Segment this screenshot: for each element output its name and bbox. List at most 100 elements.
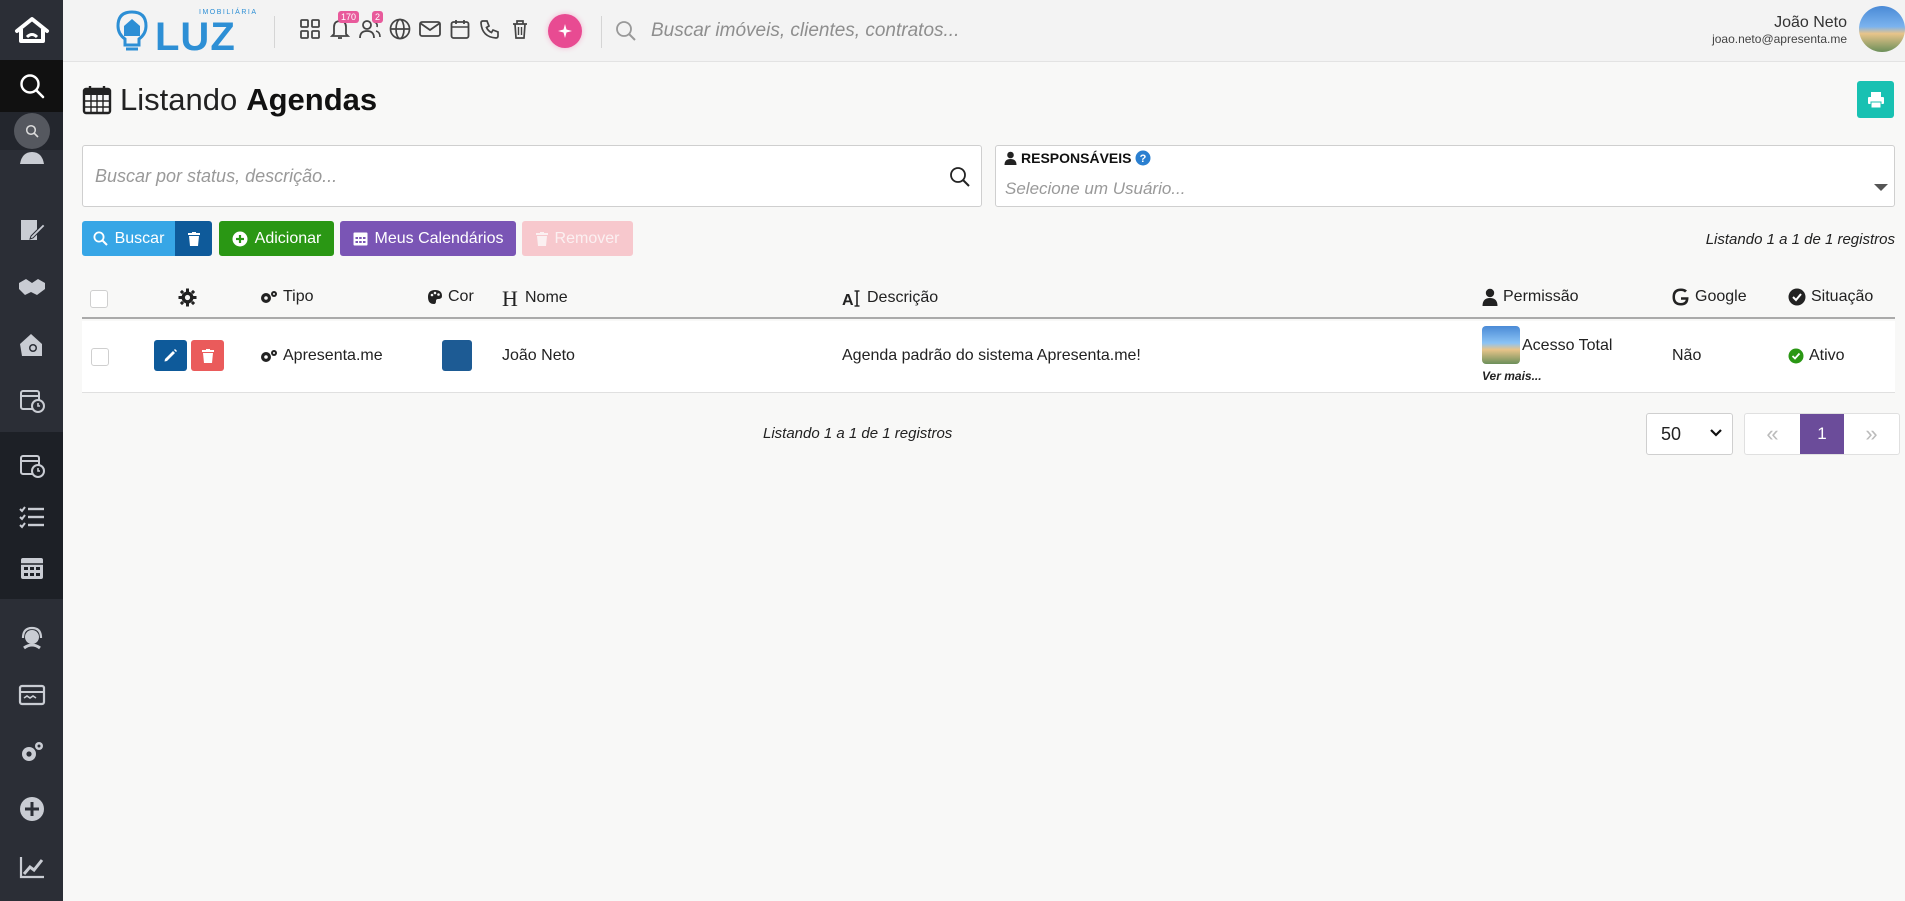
gears-icon xyxy=(261,291,277,303)
page-previous-button[interactable]: « xyxy=(1745,414,1800,454)
column-label: Descrição xyxy=(867,289,939,306)
page-title-main: Agendas xyxy=(246,82,378,117)
pagination: « 1 » xyxy=(1744,413,1900,455)
calendar-icon xyxy=(20,558,43,579)
mail-icon[interactable] xyxy=(418,17,442,41)
column-label: Situação xyxy=(1811,288,1874,305)
column-header-nome[interactable]: H Nome xyxy=(502,288,568,308)
edit-button[interactable] xyxy=(154,340,187,371)
check-circle-icon xyxy=(1788,348,1804,364)
listing-count-bottom: Listando 1 a 1 de 1 registros xyxy=(763,425,953,442)
meus-calendarios-button[interactable]: Meus Calendários xyxy=(340,221,516,256)
sidebar-item-reports[interactable] xyxy=(0,842,63,892)
print-button[interactable] xyxy=(1857,81,1894,118)
user-info[interactable]: João Neto joao.neto@apresenta.me xyxy=(1712,14,1847,46)
home-logo-icon[interactable] xyxy=(0,0,63,60)
brand-logo[interactable]: IMOBILIÁRIA LUZ xyxy=(111,7,256,59)
user-tie-icon xyxy=(1004,151,1017,165)
sidebar-search-icon[interactable] xyxy=(0,60,63,112)
responsaveis-placeholder: Selecione um Usuário... xyxy=(1005,179,1186,198)
sidebar-filter-search[interactable] xyxy=(0,112,63,150)
calendar-icon xyxy=(353,232,368,246)
calendar-icon[interactable] xyxy=(448,17,472,41)
sidebar-item-agendas[interactable] xyxy=(0,543,63,593)
heading-icon: H xyxy=(502,288,518,308)
select-all-checkbox[interactable] xyxy=(90,290,108,308)
sidebar-item-contracts[interactable] xyxy=(0,205,63,255)
column-header-tipo[interactable]: Tipo xyxy=(260,288,314,306)
column-header-descricao[interactable]: A Descrição xyxy=(842,288,938,308)
cell-permissao: Acesso Total xyxy=(1522,337,1613,354)
column-header-situacao[interactable]: Situação xyxy=(1788,288,1873,306)
column-header-google[interactable]: Google xyxy=(1672,288,1747,306)
sidebar-item-properties[interactable] xyxy=(0,150,63,186)
sidebar-item-support[interactable] xyxy=(0,613,63,663)
user-avatar[interactable] xyxy=(1859,6,1905,52)
sidebar-item-schedule[interactable] xyxy=(0,440,63,490)
magic-assistant-button[interactable] xyxy=(548,14,582,48)
house-icon xyxy=(19,152,44,164)
row-checkbox[interactable] xyxy=(91,348,109,366)
table-row[interactable]: Apresenta.me João Neto Agenda padrão do … xyxy=(82,321,1895,393)
trash-icon xyxy=(201,348,214,363)
gears-icon xyxy=(21,742,43,761)
header-divider xyxy=(274,16,275,48)
delete-button[interactable] xyxy=(191,340,224,371)
trash-icon[interactable] xyxy=(508,17,532,41)
chevron-down-icon xyxy=(1710,429,1722,437)
responsaveis-label: RESPONSÁVEIS ? xyxy=(1004,150,1151,166)
phone-icon[interactable] xyxy=(478,17,502,41)
cell-tipo: Apresenta.me xyxy=(260,347,383,365)
sidebar-item-settings[interactable] xyxy=(0,727,63,777)
users-icon[interactable]: 2 xyxy=(358,11,384,41)
adicionar-button[interactable]: Adicionar xyxy=(219,221,334,256)
sidebar-item-tasks[interactable] xyxy=(0,492,63,542)
adicionar-label: Adicionar xyxy=(254,229,322,247)
user-email: joao.neto@apresenta.me xyxy=(1712,32,1847,46)
per-page-select[interactable]: 50 xyxy=(1646,413,1733,455)
column-header-permissao[interactable]: Permissão xyxy=(1482,288,1579,306)
responsaveis-select[interactable]: RESPONSÁVEIS ? Selecione um Usuário... xyxy=(995,145,1895,207)
clear-filters-button[interactable] xyxy=(175,221,212,256)
sparkle-icon xyxy=(558,24,572,38)
help-icon[interactable]: ? xyxy=(1135,150,1151,166)
status-text: Ativo xyxy=(1809,347,1845,364)
table-header: Tipo Cor H Nome A Descrição Permissão Go… xyxy=(82,280,1895,319)
sidebar-item-visits[interactable] xyxy=(0,320,63,370)
remover-button[interactable]: Remover xyxy=(522,221,633,256)
printer-icon xyxy=(1867,91,1884,108)
page-current-button[interactable]: 1 xyxy=(1800,414,1844,454)
column-header-cor[interactable]: Cor xyxy=(427,288,474,306)
house-search-icon xyxy=(19,334,42,356)
buscar-label: Buscar xyxy=(114,229,165,247)
sidebar-item-negotiations[interactable] xyxy=(0,262,63,312)
checklist-icon xyxy=(18,506,44,529)
top-header: IMOBILIÁRIA LUZ 170 2 Buscar imóveis, cl… xyxy=(63,0,1905,62)
user-name: João Neto xyxy=(1774,14,1847,31)
cell-nome: João Neto xyxy=(502,347,575,364)
sidebar-item-add[interactable] xyxy=(0,784,63,834)
search-icon[interactable] xyxy=(949,166,971,188)
svg-text:?: ? xyxy=(1140,153,1147,165)
global-search[interactable]: Buscar imóveis, clientes, contratos... xyxy=(615,14,1315,48)
page-next-button[interactable]: » xyxy=(1844,414,1899,454)
gears-icon xyxy=(261,350,277,362)
sidebar-item-calendar-clock[interactable] xyxy=(0,375,63,425)
apps-grid-icon[interactable] xyxy=(298,17,322,41)
status-search-input[interactable]: Buscar por status, descrição... xyxy=(82,145,982,207)
brand-name: LUZ xyxy=(155,15,236,59)
notifications-bell-icon[interactable]: 170 xyxy=(328,11,360,41)
buscar-button[interactable]: Buscar xyxy=(82,221,175,256)
sidebar xyxy=(0,0,63,901)
column-label: Cor xyxy=(448,288,474,305)
notifications-count-badge: 170 xyxy=(338,11,360,23)
ver-mais-link[interactable]: Ver mais... xyxy=(1482,369,1542,383)
column-label: Google xyxy=(1695,288,1747,305)
responsaveis-label-text: RESPONSÁVEIS xyxy=(1021,150,1132,166)
sidebar-item-finance[interactable] xyxy=(0,670,63,720)
status-search-placeholder: Buscar por status, descrição... xyxy=(95,166,338,186)
calendar-icon xyxy=(82,86,112,115)
svg-text:H: H xyxy=(502,288,518,308)
globe-icon[interactable] xyxy=(388,17,412,41)
listing-count-top: Listando 1 a 1 de 1 registros xyxy=(1705,231,1895,248)
